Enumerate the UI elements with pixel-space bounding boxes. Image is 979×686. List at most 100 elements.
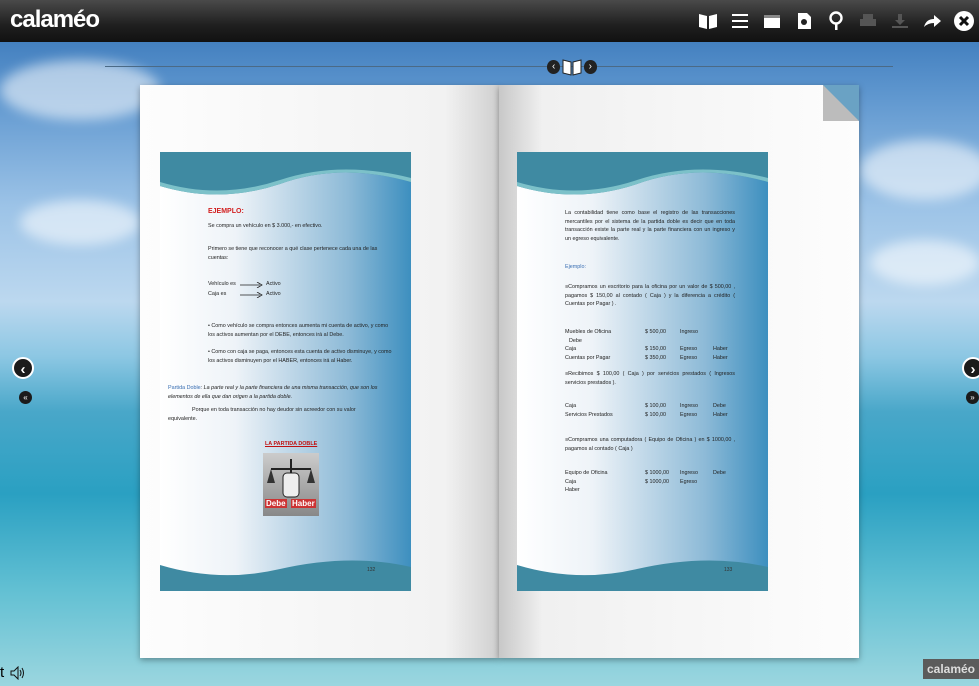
cash-row-value: Activo — [266, 291, 281, 297]
example-line-1: Se compra un vehículo en $ 3.000,- en ef… — [208, 223, 323, 229]
ledger-cell: Debe — [569, 337, 582, 344]
ledger-cell: Cuentas por Pagar — [565, 354, 611, 361]
table-3: Equipo de Oficina $ 1000,00 Ingreso Debe Caj… — [565, 469, 740, 495]
previous-page-button[interactable]: ‹ — [12, 357, 34, 379]
fullscreen-icon[interactable] — [761, 10, 783, 32]
ledger-cell: Haber — [713, 411, 728, 418]
partida-paragraph: Partida Doble: La parte real y la parte … — [168, 384, 388, 401]
ledger-cell: Debe — [713, 403, 726, 409]
page-divider — [105, 66, 893, 67]
ledger-cell: Haber — [713, 346, 728, 353]
ledger-cell: Ingreso — [680, 403, 698, 409]
ledger-cell: Egreso — [680, 478, 698, 485]
ledger-cell: Egreso — [680, 411, 698, 418]
ledger-cell: Egreso — [680, 346, 698, 353]
footer-calameo-logo[interactable]: calaméo — [922, 659, 979, 679]
document-icon[interactable] — [793, 10, 815, 32]
arrow-icon — [240, 282, 263, 288]
bullet-1: • Como vehículo se compra entonces aumen… — [208, 323, 389, 338]
footer-left-text: t — [0, 664, 5, 681]
ledger-cell: Caja — [565, 346, 577, 353]
speaker-icon[interactable] — [10, 666, 26, 680]
ledger-row: Haber — [565, 486, 740, 495]
page-pager: ‹ › — [547, 55, 598, 79]
ledger-cell: Ingreso — [680, 470, 698, 476]
ledger-cell: Muebles de Oficina — [565, 329, 612, 335]
ledger-row: Equipo de Oficina $ 1000,00 Ingreso Debe — [565, 469, 740, 478]
ledger-cell: Servicios Prestados — [565, 411, 613, 418]
slide-top-wave — [517, 152, 768, 195]
arrow-icon — [240, 292, 263, 298]
vehicle-row-value: Activo — [266, 281, 281, 287]
ledger-cell: Caja — [565, 478, 577, 485]
ejemplo-heading: Ejemplo: — [565, 264, 586, 270]
left-page-number: 132 — [367, 567, 376, 573]
ledger-cell: $ 1000,00 — [645, 478, 669, 485]
ledger-row: Debe — [565, 337, 740, 346]
open-book-icon — [562, 59, 582, 76]
ledger-row: Servicios Prestados $ 100,00 Egreso Haber — [565, 411, 740, 420]
table-1: Muebles de Oficina $ 500,00 Ingreso Debe Caj… — [565, 328, 740, 362]
ledger-cell: $ 1000,00 — [645, 470, 669, 476]
ledger-cell: $ 150,00 — [645, 346, 666, 353]
partida-label: Partida Doble — [168, 385, 201, 391]
example-line-2: Primero se tiene que reconocer a qué cla… — [208, 246, 378, 261]
slide-bottom-wave — [517, 560, 768, 591]
ledger-cell: Equipo de Oficina — [565, 470, 608, 476]
share-icon[interactable] — [921, 10, 943, 32]
background-cloud — [20, 200, 140, 245]
ledger-cell: $ 500,00 — [645, 329, 666, 335]
download-icon[interactable] — [889, 10, 911, 32]
pager-prev-button[interactable]: ‹ — [547, 60, 561, 74]
ledger-row: Cuentas por Pagar $ 350,00 Egreso Haber — [565, 354, 740, 363]
ledger-cell: Egreso — [680, 354, 698, 361]
ledger-cell: Debe — [713, 470, 726, 476]
ledger-cell: $ 100,00 — [645, 403, 666, 409]
right-page-number: 133 — [724, 567, 733, 573]
right-slide: La contabilidad tiene como base el regis… — [517, 152, 768, 591]
example-heading: EJEMPLO: — [208, 208, 244, 215]
figure-haber-label: Haber — [291, 499, 316, 508]
figure-title: LA PARTIDA DOBLE — [265, 441, 318, 447]
left-slide: EJEMPLO: Se compra un vehículo en $ 3.00… — [160, 152, 411, 591]
top-toolbar: calaméo — [0, 0, 979, 42]
table-2: Caja $ 100,00 Ingreso Debe Servicios Prestad… — [565, 402, 740, 419]
search-icon[interactable] — [825, 10, 847, 32]
toolbar-icons — [697, 7, 975, 35]
book-view-icon[interactable] — [697, 10, 719, 32]
ledger-cell: Haber — [713, 354, 728, 361]
bullet-2: • Como con caja se paga, entonces esta c… — [208, 349, 392, 364]
ledger-row: Caja $ 150,00 Egreso Haber — [565, 345, 740, 354]
calameo-logo[interactable]: calaméo — [10, 6, 100, 34]
intro-paragraph: La contabilidad tiene como base el regis… — [565, 210, 735, 242]
next-page-button[interactable]: › — [962, 357, 979, 379]
ledger-cell: Ingreso — [680, 329, 698, 335]
book-spread: EJEMPLO: Se compra un vehículo en $ 3.00… — [140, 85, 859, 658]
page-curl[interactable] — [823, 85, 859, 121]
list-icon[interactable] — [729, 10, 751, 32]
vehicle-row-label: Vehículo es — [208, 281, 236, 287]
pager-next-button[interactable]: › — [583, 60, 598, 74]
case-3: ≡Compramos una computadora ( Equipo de O… — [565, 437, 735, 452]
slide-top-wave — [160, 152, 411, 195]
ledger-cell: Caja — [565, 403, 577, 409]
close-icon[interactable] — [953, 10, 975, 32]
background-cloud — [0, 60, 160, 120]
figure-debe-label: Debe — [265, 499, 287, 508]
ledger-cell: $ 100,00 — [645, 411, 666, 418]
partida-doble-image: Debe Haber — [263, 453, 319, 516]
case-1: ≡Compramos un escritorio para la oficina… — [565, 284, 735, 308]
print-icon[interactable] — [857, 10, 879, 32]
background-cloud — [860, 140, 979, 200]
ledger-cell: Haber — [565, 487, 580, 494]
case-2: ≡Recibimos $ 100,00 ( Caja ) por servici… — [565, 371, 735, 386]
ledger-cell: $ 350,00 — [645, 354, 666, 361]
first-page-button[interactable]: « — [19, 391, 32, 404]
ledger-row: Caja $ 100,00 Ingreso Debe — [565, 402, 740, 411]
partida-text-2: Porque en toda transacción no hay deudor… — [168, 407, 356, 422]
last-page-button[interactable]: » — [966, 391, 979, 404]
ledger-row: Muebles de Oficina $ 500,00 Ingreso — [565, 328, 740, 337]
cash-row-label: Caja es — [208, 291, 227, 297]
background-cloud — [870, 240, 979, 285]
left-page[interactable]: EJEMPLO: Se compra un vehículo en $ 3.00… — [140, 85, 499, 658]
